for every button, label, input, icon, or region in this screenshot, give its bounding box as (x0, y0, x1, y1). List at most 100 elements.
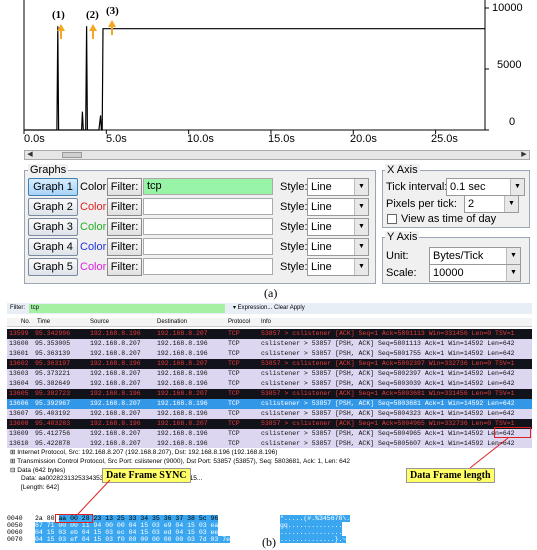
scroll-right-icon[interactable]: ▶ (519, 151, 529, 159)
graph-1-style-value: Line (311, 181, 332, 193)
packet-row[interactable]: 13599 95.342996 192.168.8.196 192.168.8.207… (7, 329, 532, 339)
hex-offset: 0040 (7, 515, 23, 522)
packet-no: 13600 (9, 340, 29, 347)
detail-length[interactable]: [Length: 642] (21, 484, 59, 491)
graph-1-filter-input[interactable]: tcp (143, 178, 273, 195)
x-tick-label: 10.0s (187, 133, 214, 145)
packet-info: cslistener > 53857 [PSH, ACK] Seq=580432… (261, 410, 515, 417)
horizontal-scrollbar[interactable]: ◀ ▶ (24, 150, 530, 160)
packet-info: 53857 > cslistener [ACK] Seq=1 Ack=58036… (261, 390, 515, 397)
graph-5-color-label[interactable]: Color (80, 261, 106, 273)
graph-3-filter-button[interactable]: Filter: (107, 218, 142, 236)
graph-4-style-value: Line (311, 241, 332, 253)
pixels-per-tick-select[interactable]: 2 ▼ (464, 195, 519, 213)
chevron-down-icon: ▼ (504, 196, 518, 212)
hex-bytes[interactable]: 67 71 00 00 11 94 00 00 04 15 03 e9 04 1… (35, 522, 219, 529)
graph-5-filter-button[interactable]: Filter: (107, 258, 142, 276)
graph-1-button[interactable]: Graph 1 (28, 178, 78, 196)
hex-ascii[interactable]: gq.............. (280, 522, 343, 529)
packet-info: cslistener > 53857 [PSH, ACK] Seq=580368… (261, 400, 515, 407)
caption-a: (a) (264, 286, 278, 300)
packet-row[interactable]: 13602 95.363197 192.168.8.196 192.168.8.207… (7, 359, 532, 369)
packet-row[interactable]: 13601 95.363139 192.168.8.207 192.168.8.196… (7, 349, 532, 359)
packet-destination: 192.168.8.196 (157, 370, 208, 377)
hex-bytes[interactable]: 04 15 03 eb 04 15 03 ec 04 15 03 ed 04 1… (35, 529, 219, 536)
x-tick-label: 5.0s (106, 133, 127, 145)
packet-source: 192.168.8.207 (90, 410, 141, 417)
graph-4-filter-input[interactable] (143, 238, 273, 255)
packet-row[interactable]: 13608 95.403283 192.168.8.196 192.168.8.207… (7, 419, 532, 429)
detail-data-line[interactable]: ⊟ Data (642 bytes) (10, 466, 65, 474)
graph-3-color-label[interactable]: Color (80, 221, 106, 233)
detail-ip-line[interactable]: ⊞ Internet Protocol, Src: 192.168.8.207 … (10, 448, 277, 456)
unit-select[interactable]: Bytes/Tick ▼ (429, 247, 521, 265)
graph-4-filter-button[interactable]: Filter: (107, 238, 142, 256)
graph-5-style-select[interactable]: Line ▼ (307, 258, 369, 276)
annotation-2: (2) (86, 9, 99, 21)
graph-2-color-label[interactable]: Color (80, 201, 106, 213)
unit-label: Unit: (386, 250, 409, 262)
graph-1-filter-button[interactable]: Filter: (107, 178, 142, 196)
io-graph-plot (23, 0, 489, 134)
packet-time: 95.403192 (35, 410, 71, 417)
callout-length: Data Frame length (406, 468, 495, 483)
column-no[interactable]: No. (21, 318, 30, 327)
packet-row[interactable]: 13606 95.392967 192.168.8.207 192.168.8.196… (7, 399, 532, 409)
graph-4-style-select[interactable]: Line ▼ (307, 238, 369, 256)
chevron-down-icon: ▼ (506, 248, 520, 264)
hex-offset: 0070 (7, 536, 23, 543)
graph-3-style-select[interactable]: Line ▼ (307, 218, 369, 236)
chevron-down-icon: ▼ (506, 265, 520, 281)
packet-info: 53857 > cslistener [ACK] Seq=1 Ack=58011… (261, 330, 515, 337)
graph-2-filter-input[interactable] (143, 198, 273, 215)
packet-protocol: TCP (228, 400, 240, 407)
graph-3-filter-input[interactable] (143, 218, 273, 235)
view-time-of-day-checkbox[interactable] (387, 214, 397, 224)
graph-2-button[interactable]: Graph 2 (28, 198, 78, 216)
scale-label: Scale: (386, 267, 417, 279)
column-info[interactable]: Info (261, 318, 271, 327)
graph-1-color-label[interactable]: Color (80, 181, 106, 193)
scale-select[interactable]: 10000 ▼ (429, 264, 521, 282)
hex-ascii[interactable]: ................ (280, 529, 343, 536)
packet-info: cslistener > 53857 [PSH, ACK] Seq=580496… (261, 430, 515, 437)
packet-time: 95.353005 (35, 340, 71, 347)
hex-ascii[interactable]: *.....(#.%345678\. (280, 515, 351, 522)
column-source[interactable]: Source (90, 318, 109, 327)
unit-value: Bytes/Tick (433, 250, 484, 262)
graph-5-button[interactable]: Graph 5 (28, 258, 78, 276)
graph-4-color-label[interactable]: Color (80, 241, 106, 253)
packet-row[interactable]: 13609 95.412756 192.168.8.207 192.168.8.196… (7, 429, 532, 439)
graph-5-filter-input[interactable] (143, 258, 273, 275)
packet-row[interactable]: 13600 95.353005 192.168.8.207 192.168.8.196… (7, 339, 532, 349)
packet-destination: 192.168.8.207 (157, 420, 208, 427)
graph-4-button[interactable]: Graph 4 (28, 238, 78, 256)
packet-row[interactable]: 13607 95.403192 192.168.8.207 192.168.8.196… (7, 409, 532, 419)
column-time[interactable]: Time (37, 318, 50, 327)
graph-2-style-select[interactable]: Line ▼ (307, 198, 369, 216)
column-destination[interactable]: Destination (157, 318, 187, 327)
packet-source: 192.168.8.207 (90, 370, 141, 377)
graph-3-button[interactable]: Graph 3 (28, 218, 78, 236)
graph-1-style-select[interactable]: Line ▼ (307, 178, 369, 196)
hex-ascii[interactable]: ..............}.~ (280, 536, 347, 543)
packet-no: 13607 (9, 410, 29, 417)
graph-2-filter-button[interactable]: Filter: (107, 198, 142, 216)
tick-interval-select[interactable]: 0.1 sec ▼ (446, 178, 525, 196)
packet-no: 13604 (9, 380, 29, 387)
scrollbar-thumb[interactable] (62, 152, 82, 158)
scroll-left-icon[interactable]: ◀ (25, 151, 35, 159)
packet-row[interactable]: 13604 95.382649 192.168.8.207 192.168.8.196… (7, 379, 532, 389)
detail-tcp-line[interactable]: ⊞ Transmission Control Protocol, Src Por… (10, 457, 350, 465)
hex-bytes[interactable]: 04 15 03 ef 04 15 03 f0 00 00 00 00 00 0… (35, 536, 231, 543)
pixels-per-tick-label: Pixels per tick: (386, 198, 457, 210)
packet-time: 95.403283 (35, 420, 71, 427)
packet-row[interactable]: 13605 95.382723 192.168.8.196 192.168.8.207… (7, 389, 532, 399)
scale-value: 10000 (433, 267, 464, 279)
chevron-down-icon: ▼ (354, 179, 368, 195)
packet-list-header: No. Time Source Destination Protocol Inf… (7, 318, 532, 327)
display-filter-input[interactable]: tcp (29, 304, 225, 313)
column-protocol[interactable]: Protocol (228, 318, 250, 327)
packet-row[interactable]: 13603 95.373221 192.168.8.207 192.168.8.196… (7, 369, 532, 379)
filter-actions[interactable]: ▾ Expression... Clear Apply (233, 303, 305, 314)
